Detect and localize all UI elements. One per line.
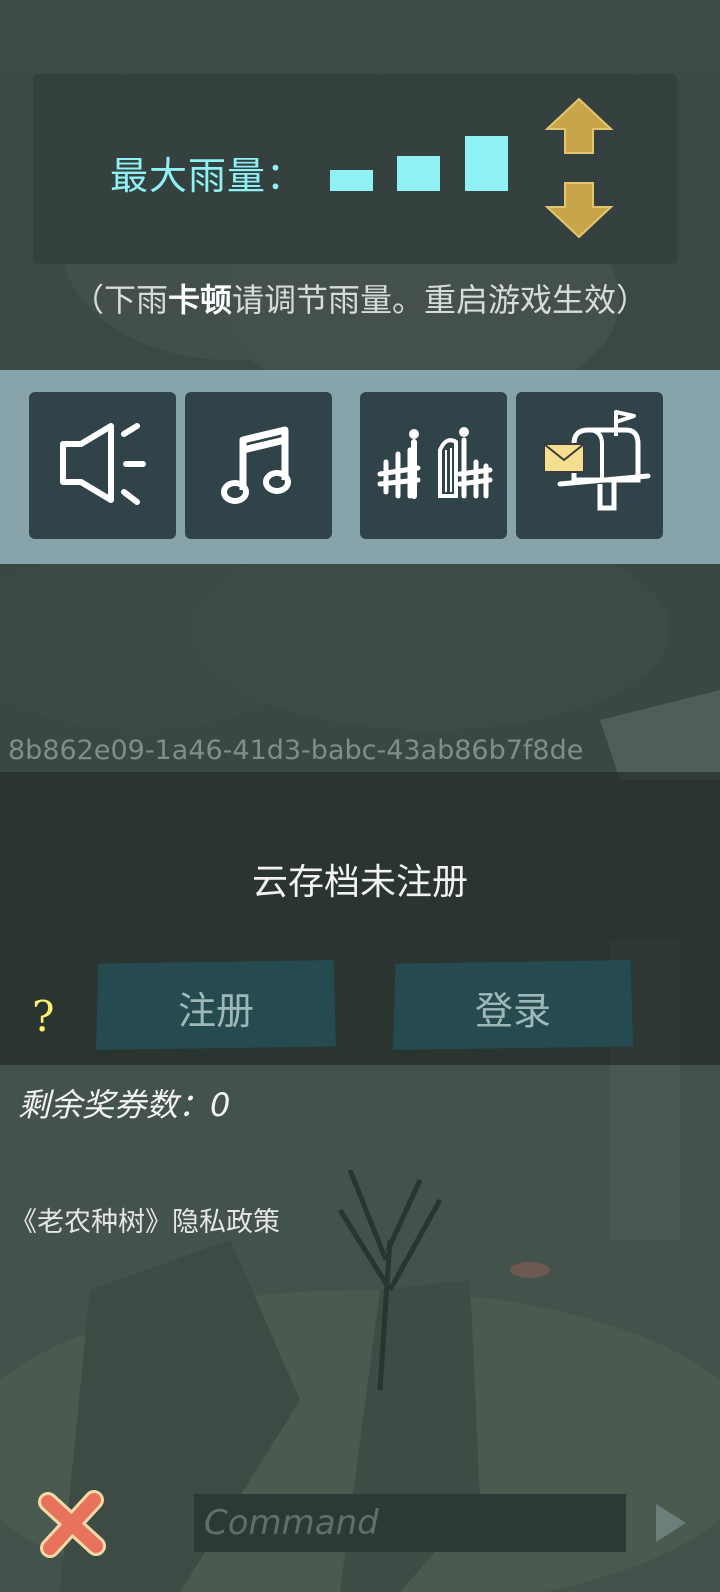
device-id-text: 8b862e09-1a46-41d3-babc-43ab86b7f8de bbox=[8, 735, 584, 766]
cloud-save-status: 云存档未注册 bbox=[251, 862, 468, 903]
arrow-up-icon bbox=[544, 97, 614, 154]
music-toggle-button[interactable] bbox=[185, 392, 332, 539]
rain-level-bar-3[interactable] bbox=[465, 136, 508, 191]
register-button[interactable]: 注册 bbox=[96, 960, 336, 1050]
music-note-icon bbox=[221, 426, 291, 504]
login-button[interactable]: 登录 bbox=[393, 960, 633, 1050]
fence-gate-button[interactable] bbox=[360, 392, 507, 539]
remaining-tickets-text: 剩余奖券数：0 bbox=[18, 1086, 231, 1124]
command-input[interactable] bbox=[194, 1494, 626, 1552]
register-label: 注册 bbox=[177, 989, 254, 1033]
max-rain-label: 最大雨量： bbox=[110, 154, 306, 198]
send-command-button[interactable] bbox=[650, 1500, 690, 1546]
close-button[interactable] bbox=[38, 1490, 106, 1558]
play-icon bbox=[656, 1504, 686, 1542]
arrow-down-icon bbox=[544, 182, 614, 239]
sound-toggle-button[interactable] bbox=[29, 392, 176, 539]
rain-hint-text: （下雨卡顿请调节雨量。重启游戏生效） bbox=[71, 281, 649, 319]
mailbox-icon bbox=[543, 410, 651, 511]
rain-increase-button[interactable] bbox=[544, 96, 614, 158]
fence-gate-icon bbox=[377, 427, 493, 499]
rain-decrease-button[interactable] bbox=[544, 178, 614, 240]
rain-level-bar-2[interactable] bbox=[397, 156, 440, 191]
login-label: 登录 bbox=[474, 989, 551, 1033]
rain-level-bar-1[interactable] bbox=[330, 170, 373, 191]
speaker-icon bbox=[60, 423, 146, 505]
mailbox-button[interactable] bbox=[516, 392, 663, 539]
help-button[interactable]: ? bbox=[32, 992, 55, 1041]
privacy-policy-link[interactable]: 《老农种树》隐私政策 bbox=[10, 1200, 280, 1239]
close-icon bbox=[38, 1490, 106, 1558]
